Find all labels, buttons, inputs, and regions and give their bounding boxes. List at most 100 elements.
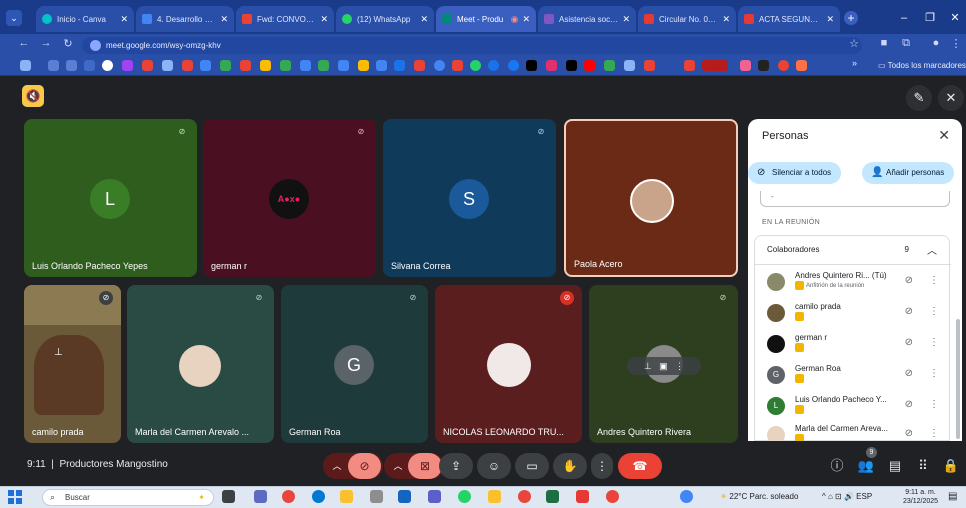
- mic-muted-icon[interactable]: ⊘: [905, 428, 913, 439]
- taskbar-search[interactable]: ⌕ Buscar ✦: [42, 489, 214, 506]
- participant-tile[interactable]: ⊘ Marla del Carmen Arevalo ...: [127, 285, 274, 443]
- bookmark-icon[interactable]: [220, 60, 231, 71]
- close-tab-icon[interactable]: ✕: [522, 14, 530, 25]
- bookmark-icon[interactable]: [102, 60, 113, 71]
- search-people-field[interactable]: -: [760, 191, 950, 207]
- more-options-icon[interactable]: ⋮: [929, 275, 939, 286]
- chrome-icon[interactable]: [282, 490, 295, 503]
- browser-tab-5[interactable]: Asistencia sociale ✕: [538, 6, 636, 32]
- profile-avatar[interactable]: ●: [928, 37, 944, 49]
- bookmark-icon[interactable]: [684, 60, 695, 71]
- bookmark-star-icon[interactable]: ☆: [846, 37, 862, 50]
- mic-options-chevron-icon[interactable]: ︿: [327, 453, 347, 479]
- bookmark-icon[interactable]: [280, 60, 291, 71]
- present-screen-button[interactable]: ⇪: [439, 453, 473, 479]
- instagram-icon[interactable]: [546, 60, 557, 71]
- close-tab-icon[interactable]: ✕: [120, 14, 128, 25]
- tiktok-icon[interactable]: [566, 60, 577, 71]
- bookmark-icon[interactable]: [394, 60, 405, 71]
- language-indicator[interactable]: ESP: [856, 492, 872, 501]
- taskbar-app-icon[interactable]: [488, 490, 501, 503]
- bookmark-icon[interactable]: [300, 60, 311, 71]
- file-explorer-icon[interactable]: [340, 490, 353, 503]
- muted-notification-icon[interactable]: 🔇: [22, 85, 44, 107]
- menu-icon[interactable]: ⋮: [948, 37, 964, 50]
- participant-tile[interactable]: ⊥ ▣ ⋮ ⊘ Andres Quintero Rivera: [589, 285, 738, 443]
- close-tab-icon[interactable]: ✕: [320, 14, 328, 25]
- url-bar[interactable]: meet.google.com/wsy-omzg-khv: [82, 37, 862, 54]
- notifications-icon[interactable]: ▤: [948, 491, 957, 502]
- extension-icon[interactable]: ■: [876, 37, 892, 49]
- task-view-icon[interactable]: [222, 490, 235, 503]
- people-icon[interactable]: 👥: [855, 455, 877, 477]
- bookmark-icon[interactable]: [452, 60, 463, 71]
- apps-icon[interactable]: [20, 60, 31, 71]
- participant-tile-active-speaker[interactable]: Paola Acero: [564, 119, 738, 277]
- taskbar-app-icon[interactable]: [370, 490, 383, 503]
- camera-off-button[interactable]: ⊠: [408, 453, 442, 479]
- browser-tab-1[interactable]: 4. Desarrollo econ ✕: [136, 6, 234, 32]
- raise-hand-button[interactable]: ✋: [553, 453, 587, 479]
- chrome-icon[interactable]: [606, 490, 619, 503]
- excel-icon[interactable]: [546, 490, 559, 503]
- tile-hover-controls[interactable]: ⊥ ▣ ⋮: [627, 357, 701, 375]
- edge-icon[interactable]: [312, 490, 325, 503]
- site-info-icon[interactable]: [90, 40, 101, 51]
- youtube-icon[interactable]: [584, 60, 595, 71]
- camera-options-chevron-icon[interactable]: ︿: [388, 453, 408, 479]
- pencil-edit-icon[interactable]: ✎: [906, 85, 932, 111]
- x-icon[interactable]: [526, 60, 537, 71]
- bookmark-icon[interactable]: [260, 60, 271, 71]
- mic-muted-icon[interactable]: ⊘: [905, 275, 913, 286]
- weather-widget[interactable]: ☀ 22°C Parc. soleado: [720, 492, 798, 501]
- mic-muted-icon[interactable]: ⊘: [905, 306, 913, 317]
- participant-row[interactable]: Andres Quintero Ri... (Tú) Anfitrión de …: [755, 269, 951, 299]
- captions-button[interactable]: ▭: [515, 453, 549, 479]
- participant-row[interactable]: german r ⊘ ⋮: [755, 331, 951, 361]
- bookmark-icon[interactable]: [434, 60, 445, 71]
- bookmark-icon[interactable]: [644, 60, 655, 71]
- bookmark-icon[interactable]: [488, 60, 499, 71]
- bookmark-icon[interactable]: [414, 60, 425, 71]
- bookmark-icon[interactable]: [796, 60, 807, 71]
- whatsapp-icon[interactable]: [458, 490, 471, 503]
- hbo-bookmark[interactable]: [702, 60, 728, 71]
- close-tab-icon[interactable]: ✕: [622, 14, 630, 25]
- windows-start-icon[interactable]: [8, 490, 22, 504]
- browser-tab-7[interactable]: ACTA SEGUNDA S ✕: [738, 6, 840, 32]
- participant-tile[interactable]: A●x● ⊘ german r: [203, 119, 376, 277]
- browser-tab-4[interactable]: Meet - Produ ◉ ✕: [436, 6, 536, 32]
- more-options-button[interactable]: ⋮: [591, 453, 613, 479]
- bookmark-icon[interactable]: [200, 60, 211, 71]
- more-options-icon[interactable]: ⋮: [929, 399, 939, 410]
- chrome-icon[interactable]: [518, 490, 531, 503]
- chat-icon[interactable]: ▤: [884, 455, 906, 477]
- teams-icon[interactable]: [428, 490, 441, 503]
- participant-tile[interactable]: G ⊘ German Roa: [281, 285, 428, 443]
- mic-off-button[interactable]: ⊘: [348, 453, 381, 479]
- browser-tab-2[interactable]: Fwd: CONVOCATO ✕: [236, 6, 334, 32]
- participant-row[interactable]: camilo prada ⊘ ⋮: [755, 300, 951, 330]
- collapse-chevron-icon[interactable]: ︿: [927, 242, 937, 257]
- minimize-icon[interactable]: –: [893, 8, 915, 28]
- bookmark-icon[interactable]: [624, 60, 635, 71]
- bookmark-icon[interactable]: [338, 60, 349, 71]
- participant-tile[interactable]: L ⊘ Luis Orlando Pacheco Yepes: [24, 119, 197, 277]
- bookmark-icon[interactable]: [318, 60, 329, 71]
- bookmarks-overflow-icon[interactable]: »: [852, 58, 857, 68]
- browser-tab-6[interactable]: Circular No. 060 fi ✕: [638, 6, 736, 32]
- reload-icon[interactable]: ↻: [60, 37, 76, 50]
- taskbar-app-icon[interactable]: [398, 490, 411, 503]
- bookmark-icon[interactable]: [240, 60, 251, 71]
- host-controls-icon[interactable]: 🔒: [940, 455, 962, 477]
- forward-icon[interactable]: →: [38, 37, 54, 49]
- participant-tile-video[interactable]: ⊥ ⊘ camilo prada: [24, 285, 121, 443]
- tab-search-icon[interactable]: ⌄: [6, 10, 22, 26]
- taskbar-app-icon[interactable]: [680, 490, 693, 503]
- puzzle-icon[interactable]: ⧉: [898, 37, 914, 50]
- participant-row[interactable]: G German Roa ⊘ ⋮: [755, 362, 951, 392]
- back-icon[interactable]: ←: [16, 37, 32, 49]
- mute-all-button[interactable]: ⊘ Silenciar a todos: [748, 162, 842, 184]
- more-options-icon[interactable]: ⋮: [929, 428, 939, 439]
- bookmark-icon[interactable]: [142, 60, 153, 71]
